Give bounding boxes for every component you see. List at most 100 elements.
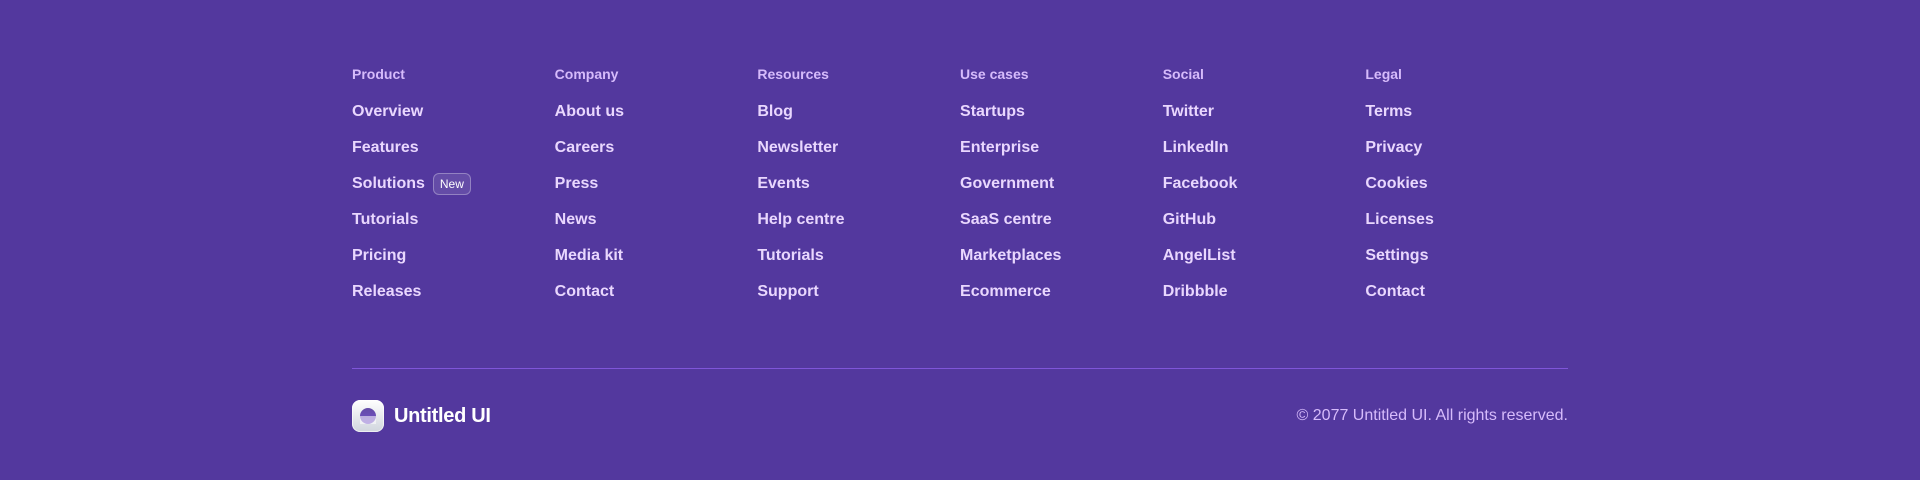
footer-link-marketplaces[interactable]: Marketplaces <box>960 244 1061 268</box>
footer-link-facebook[interactable]: Facebook <box>1163 172 1238 196</box>
footer-link-terms[interactable]: Terms <box>1365 100 1412 124</box>
list-item: Facebook <box>1163 172 1366 196</box>
brand-name: Untitled UI <box>394 404 491 427</box>
list-item: Solutions New <box>352 172 555 196</box>
footer-link-licenses[interactable]: Licenses <box>1365 208 1433 232</box>
footer-column-heading: Use cases <box>960 66 1029 82</box>
footer-bottom-bar: Untitled UI © 2077 Untitled UI. All righ… <box>352 400 1568 432</box>
footer-link-list: About us Careers Press News Media kit Contact <box>555 100 758 304</box>
footer-column-heading: Legal <box>1365 66 1402 82</box>
footer-link-features[interactable]: Features <box>352 136 419 160</box>
footer-link-list: Startups Enterprise Government SaaS centre M… <box>960 100 1163 304</box>
footer-link-blog[interactable]: Blog <box>757 100 793 124</box>
footer-link-solutions[interactable]: Solutions <box>352 172 425 196</box>
footer-link-media-kit[interactable]: Media kit <box>555 244 623 268</box>
footer-column-use-cases: Use cases Startups Enterprise Government Saa… <box>960 64 1163 316</box>
footer-link-angellist[interactable]: AngelList <box>1163 244 1236 268</box>
footer-link-government[interactable]: Government <box>960 172 1054 196</box>
footer-column-company: Company About us Careers Press News Media kit… <box>555 64 758 316</box>
list-item: About us <box>555 100 758 124</box>
footer-link-careers[interactable]: Careers <box>555 136 615 160</box>
list-item: Settings <box>1365 244 1568 268</box>
footer-link-twitter[interactable]: Twitter <box>1163 100 1214 124</box>
footer-link-list: Terms Privacy Cookies Licenses Settings Conta… <box>1365 100 1568 304</box>
list-item: Ecommerce <box>960 280 1163 304</box>
list-item: Pricing <box>352 244 555 268</box>
footer-link-settings[interactable]: Settings <box>1365 244 1428 268</box>
list-item: Enterprise <box>960 136 1163 160</box>
footer-link-list: Twitter LinkedIn Facebook GitHub AngelList Dr… <box>1163 100 1366 304</box>
list-item: SaaS centre <box>960 208 1163 232</box>
footer-column-heading: Product <box>352 66 405 82</box>
list-item: AngelList <box>1163 244 1366 268</box>
list-item: Cookies <box>1365 172 1568 196</box>
logo-icon <box>352 400 384 432</box>
list-item: Marketplaces <box>960 244 1163 268</box>
list-item: Licenses <box>1365 208 1568 232</box>
footer-link-about-us[interactable]: About us <box>555 100 624 124</box>
list-item: Contact <box>555 280 758 304</box>
footer-link-privacy[interactable]: Privacy <box>1365 136 1422 160</box>
footer-link-releases[interactable]: Releases <box>352 280 421 304</box>
list-item: Careers <box>555 136 758 160</box>
list-item: Releases <box>352 280 555 304</box>
list-item: Government <box>960 172 1163 196</box>
footer-link-support[interactable]: Support <box>757 280 818 304</box>
footer-link-ecommerce[interactable]: Ecommerce <box>960 280 1051 304</box>
list-item: Newsletter <box>757 136 960 160</box>
list-item: Contact <box>1365 280 1568 304</box>
list-item: Blog <box>757 100 960 124</box>
footer-container: Product Overview Features Solutions New Tutor… <box>352 0 1568 432</box>
list-item: Media kit <box>555 244 758 268</box>
list-item: Twitter <box>1163 100 1366 124</box>
footer-link-newsletter[interactable]: Newsletter <box>757 136 838 160</box>
footer-column-heading: Social <box>1162 66 1204 82</box>
list-item: Features <box>352 136 555 160</box>
footer-link-overview[interactable]: Overview <box>352 100 423 124</box>
footer-link-help-centre[interactable]: Help centre <box>757 208 844 232</box>
list-item: Tutorials <box>352 208 555 232</box>
list-item: LinkedIn <box>1163 136 1366 160</box>
footer-link-saas-centre[interactable]: SaaS centre <box>960 208 1052 232</box>
brand-logo-link[interactable]: Untitled UI <box>352 400 491 432</box>
footer-column-heading: Resources <box>757 66 829 82</box>
list-item: Support <box>757 280 960 304</box>
site-footer: Product Overview Features Solutions New Tutor… <box>0 0 1920 480</box>
list-item: Overview <box>352 100 555 124</box>
list-item: GitHub <box>1163 208 1366 232</box>
footer-link-list: Blog Newsletter Events Help centre Tutorials… <box>757 100 960 304</box>
footer-link-press[interactable]: Press <box>555 172 599 196</box>
footer-link-github[interactable]: GitHub <box>1163 208 1216 232</box>
list-item: Tutorials <box>757 244 960 268</box>
footer-link-dribbble[interactable]: Dribbble <box>1163 280 1228 304</box>
list-item: Press <box>555 172 758 196</box>
list-item: Help centre <box>757 208 960 232</box>
footer-link-events[interactable]: Events <box>757 172 809 196</box>
footer-link-columns: Product Overview Features Solutions New Tutor… <box>352 64 1568 316</box>
list-item: News <box>555 208 758 232</box>
new-badge: New <box>432 173 471 195</box>
footer-column-legal: Legal Terms Privacy Cookies Licenses Settings… <box>1365 64 1568 316</box>
footer-link-contact[interactable]: Contact <box>555 280 615 304</box>
footer-link-startups[interactable]: Startups <box>960 100 1025 124</box>
footer-column-heading: Company <box>554 66 619 82</box>
copyright-text: © 2077 Untitled UI. All rights reserved. <box>1296 407 1568 424</box>
footer-column-social: Social Twitter LinkedIn Facebook GitHub Angel… <box>1163 64 1366 316</box>
footer-link-list: Overview Features Solutions New Tutorials Pri… <box>352 100 555 304</box>
footer-link-tutorials[interactable]: Tutorials <box>757 244 823 268</box>
footer-link-tutorials[interactable]: Tutorials <box>352 208 418 232</box>
footer-column-resources: Resources Blog Newsletter Events Help centre… <box>757 64 960 316</box>
footer-divider <box>352 368 1568 369</box>
footer-link-enterprise[interactable]: Enterprise <box>960 136 1039 160</box>
list-item: Terms <box>1365 100 1568 124</box>
list-item: Dribbble <box>1163 280 1366 304</box>
footer-column-product: Product Overview Features Solutions New Tutor… <box>352 64 555 316</box>
list-item: Privacy <box>1365 136 1568 160</box>
list-item: Events <box>757 172 960 196</box>
footer-link-news[interactable]: News <box>555 208 597 232</box>
footer-link-linkedin[interactable]: LinkedIn <box>1163 136 1229 160</box>
footer-link-contact[interactable]: Contact <box>1365 280 1425 304</box>
list-item: Startups <box>960 100 1163 124</box>
footer-link-cookies[interactable]: Cookies <box>1365 172 1427 196</box>
footer-link-pricing[interactable]: Pricing <box>352 244 406 268</box>
